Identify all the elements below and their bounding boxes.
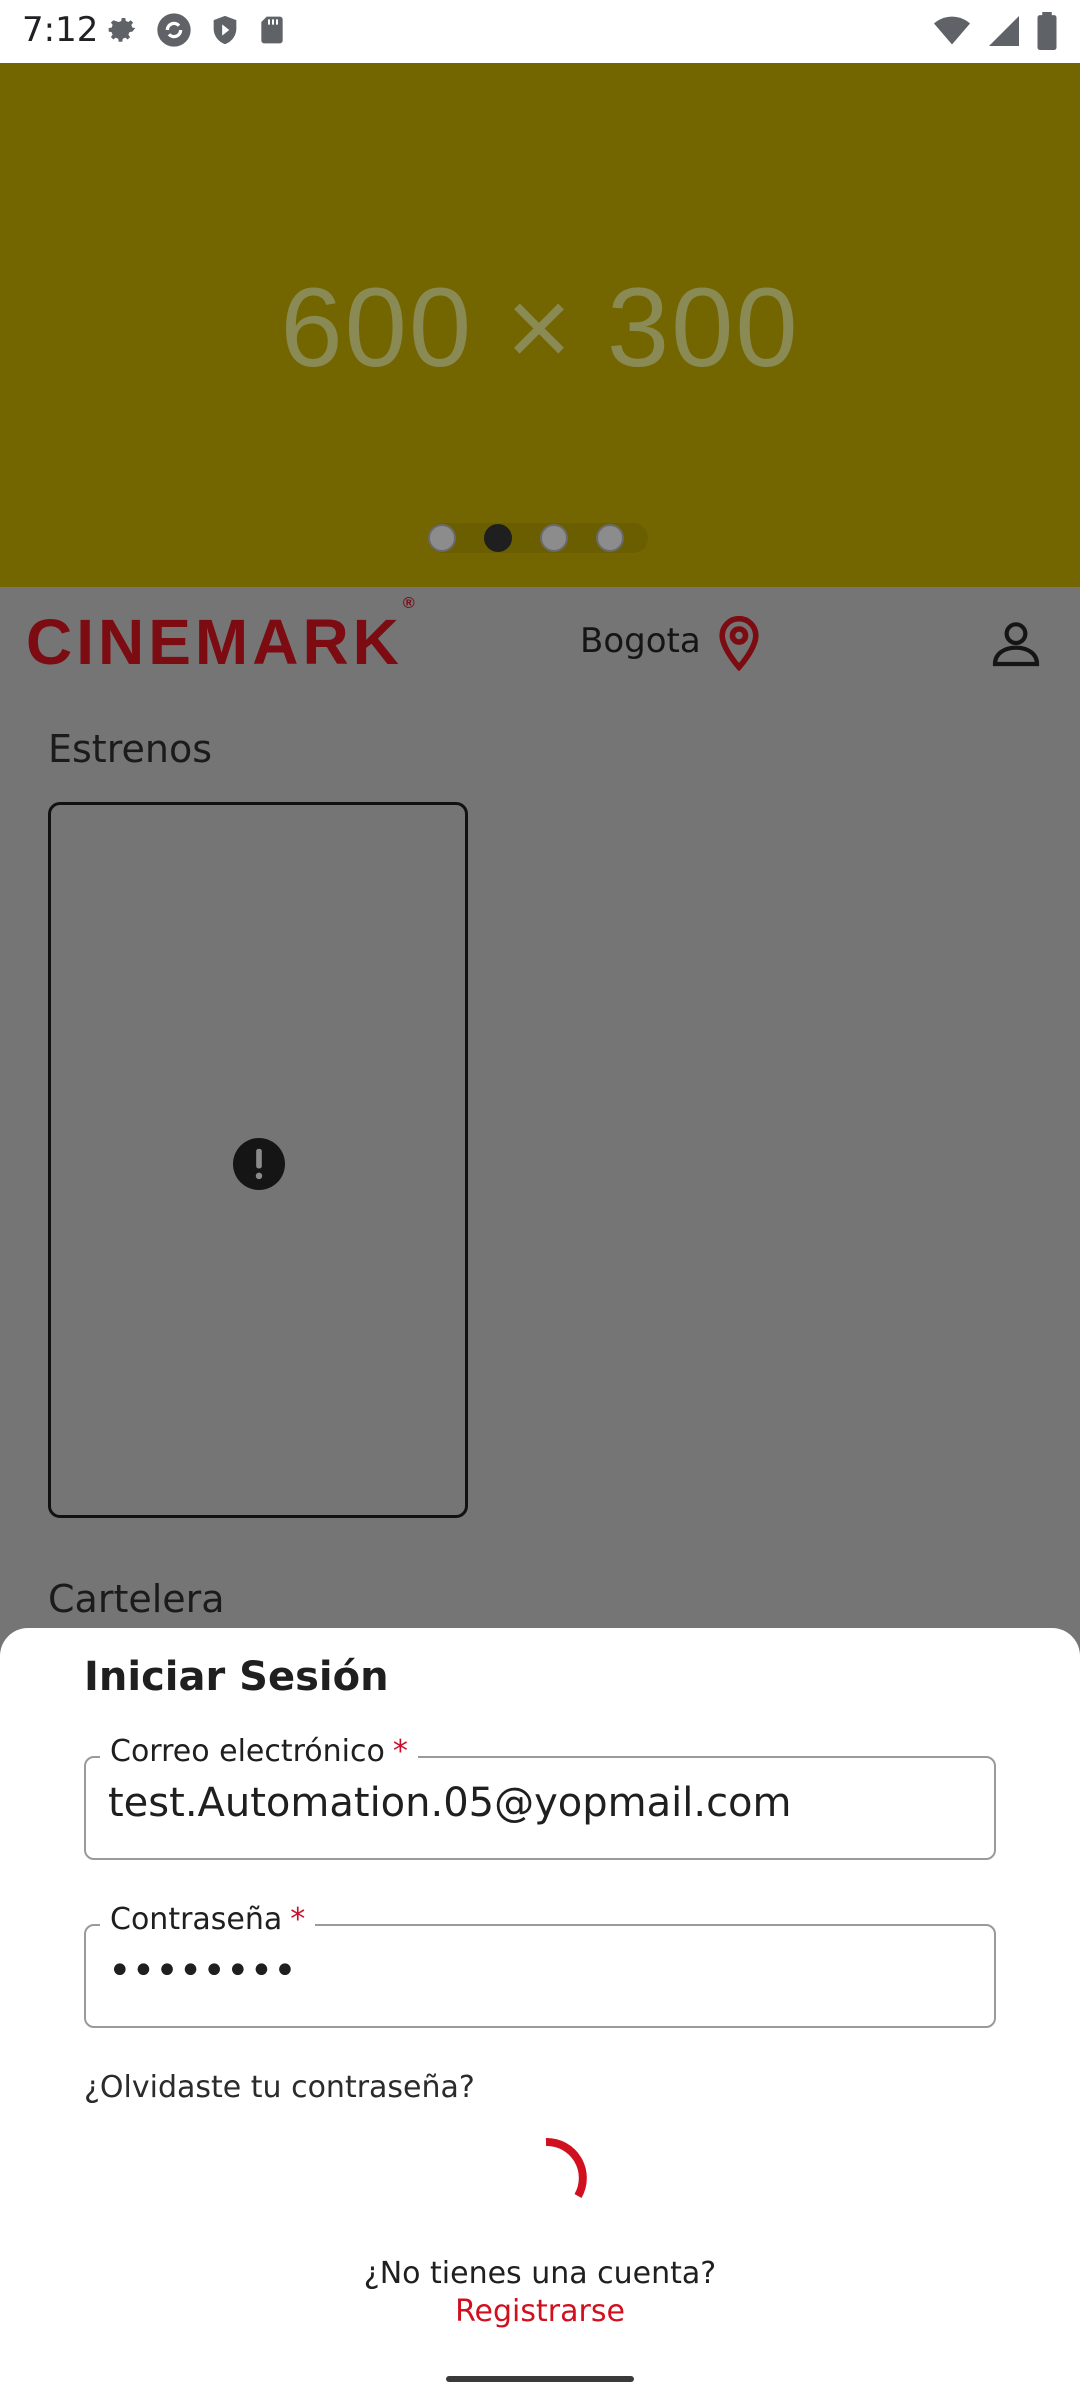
password-label: Contraseña * — [100, 1902, 316, 1937]
sd-card-icon — [261, 16, 283, 44]
password-field[interactable]: Contraseña * — [84, 1902, 996, 2028]
status-icons-right — [932, 12, 1058, 50]
sync-icon — [157, 13, 191, 47]
cinemark-logo: CINEMARK® — [26, 594, 415, 678]
user-profile-icon[interactable] — [988, 615, 1044, 671]
carousel-indicator — [428, 523, 648, 553]
required-mark: * — [290, 1902, 306, 1937]
login-title: Iniciar Sesión — [84, 1654, 389, 1700]
status-icons-left — [104, 10, 288, 50]
carousel-dot[interactable] — [596, 524, 624, 552]
section-title-estrenos: Estrenos — [48, 727, 213, 771]
password-input[interactable] — [108, 1948, 978, 1994]
settings-icon — [108, 18, 136, 42]
email-input[interactable] — [108, 1780, 978, 1826]
battery-icon — [1037, 12, 1057, 50]
status-bar: 7:12 — [0, 0, 1080, 63]
city-selector[interactable]: Bogota — [580, 621, 701, 661]
alert-icon — [233, 1138, 285, 1190]
forgot-password-link[interactable]: ¿Olvidaste tu contraseña? — [84, 2070, 475, 2105]
location-pin-icon[interactable] — [716, 615, 762, 671]
banner-placeholder-text: 600 × 300 — [280, 265, 800, 390]
movie-poster-card[interactable] — [48, 802, 468, 1518]
carousel-dot-active[interactable] — [484, 524, 512, 552]
shield-icon — [213, 15, 237, 45]
carousel-dot[interactable] — [540, 524, 568, 552]
register-link[interactable]: Registrarse — [0, 2294, 1080, 2329]
status-time: 7:12 — [22, 10, 99, 50]
signal-icon — [989, 16, 1019, 46]
email-field[interactable]: Correo electrónico * — [84, 1734, 996, 1860]
section-title-cartelera: Cartelera — [48, 1577, 225, 1621]
login-bottom-sheet: Iniciar Sesión Correo electrónico* Contr… — [0, 1628, 1080, 2400]
no-account-text: ¿No tienes una cuenta? — [363, 2256, 717, 2291]
loading-spinner — [545, 2137, 587, 2198]
wifi-icon — [934, 16, 970, 45]
promo-banner[interactable]: 600 × 300 — [0, 63, 1080, 587]
required-mark: * — [392, 1734, 408, 1769]
carousel-dot[interactable] — [428, 524, 456, 552]
email-label: Correo electrónico * — [100, 1734, 418, 1769]
home-indicator[interactable] — [446, 2376, 634, 2382]
